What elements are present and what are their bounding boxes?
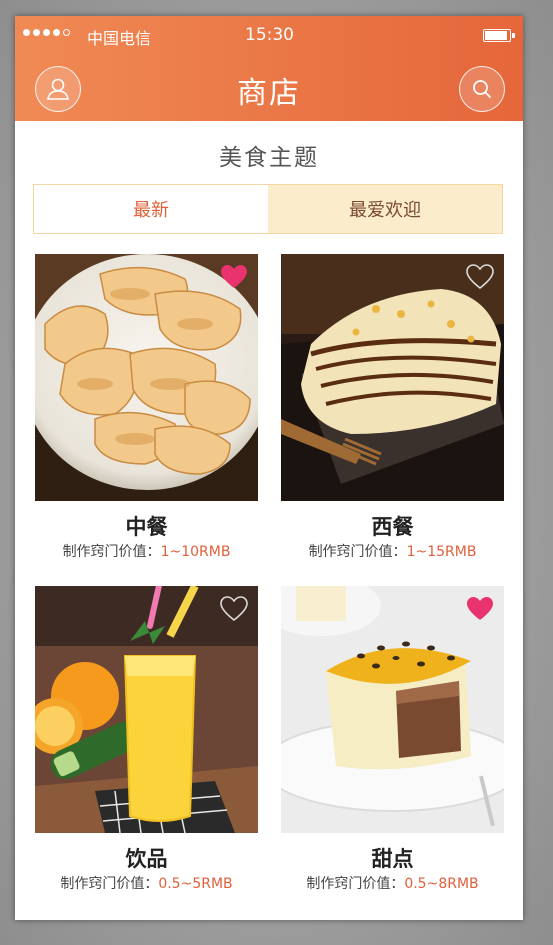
juice-image — [35, 586, 258, 833]
heart-icon[interactable] — [466, 596, 494, 622]
dessert-image — [281, 254, 504, 501]
nav-bar: 商店 — [15, 54, 523, 121]
card-title: 西餐 — [371, 515, 414, 539]
tab-bar: 最新 最爱欢迎 — [33, 184, 503, 234]
price-label: 制作窍门价值： — [306, 876, 405, 892]
search-icon — [473, 80, 491, 98]
price-value: 0.5~5RMB — [158, 876, 233, 892]
card-price: 制作窍门价值：0.5~5RMB — [35, 873, 258, 893]
clock: 15:30 — [245, 25, 294, 45]
price-label: 制作窍门价值： — [62, 544, 161, 560]
price-value: 0.5~8RMB — [404, 876, 479, 892]
heart-outline-icon[interactable] — [466, 264, 494, 290]
header: 中国电信 15:30 商店 — [15, 16, 523, 121]
card-title: 甜点 — [371, 847, 414, 871]
tab-latest[interactable]: 最新 — [34, 185, 268, 233]
card-title: 饮品 — [125, 847, 168, 871]
heart-outline-icon[interactable] — [220, 596, 248, 622]
price-value: 1~15RMB — [406, 544, 477, 560]
price-value: 1~10RMB — [160, 544, 231, 560]
status-bar: 中国电信 15:30 — [15, 16, 523, 54]
phone-screen: 中国电信 15:30 商店 美食主题 最新 最爱欢迎 中餐 制作窍门价值：1~1… — [15, 16, 523, 920]
heart-icon[interactable] — [220, 264, 248, 290]
page-title: 商店 — [237, 76, 301, 111]
card-price: 制作窍门价值：1~10RMB — [35, 541, 258, 561]
signal-icon — [23, 29, 70, 36]
card-price: 制作窍门价值：1~15RMB — [281, 541, 504, 561]
card-title: 中餐 — [125, 515, 168, 539]
battery-icon — [483, 29, 515, 42]
price-label: 制作窍门价值： — [308, 544, 407, 560]
dumplings-image — [35, 254, 258, 501]
search-button[interactable] — [459, 66, 505, 112]
card-price: 制作窍门价值：0.5~8RMB — [281, 873, 504, 893]
mousse-cake-image — [281, 586, 504, 833]
price-label: 制作窍门价值： — [60, 876, 159, 892]
section-title: 美食主题 — [219, 145, 319, 171]
carrier-label: 中国电信 — [87, 29, 152, 48]
tab-most-popular[interactable]: 最爱欢迎 — [268, 185, 502, 233]
